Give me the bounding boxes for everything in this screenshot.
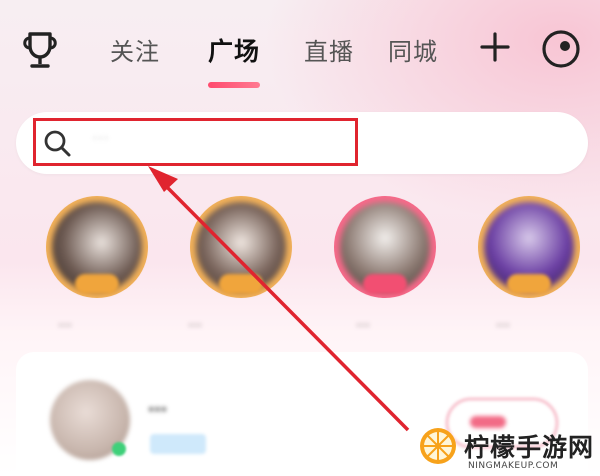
trophy-icon[interactable] bbox=[18, 28, 62, 72]
live-badge bbox=[363, 274, 407, 294]
live-badge bbox=[75, 274, 119, 294]
live-badge bbox=[507, 274, 551, 294]
online-status-dot bbox=[112, 442, 126, 456]
story-name: … bbox=[188, 314, 202, 330]
story-name: … bbox=[58, 314, 72, 330]
story-name: … bbox=[496, 314, 510, 330]
tab-live[interactable]: 直播 bbox=[304, 32, 354, 67]
tab-follow[interactable]: 关注 bbox=[110, 32, 160, 67]
user-tag-badge bbox=[150, 434, 206, 454]
lemon-logo-icon bbox=[420, 428, 456, 464]
tab-square[interactable]: 广场 bbox=[208, 32, 260, 68]
planet-icon[interactable] bbox=[540, 28, 582, 70]
feed-user-name: … bbox=[148, 394, 167, 416]
active-tab-indicator bbox=[208, 82, 260, 88]
plus-icon[interactable] bbox=[478, 30, 512, 64]
watermark-brand: 柠檬手游网 bbox=[464, 433, 595, 462]
top-navigation-bar: 关注 广场 直播 同城 bbox=[0, 0, 600, 100]
watermark-domain: NINGMAKEUP.COM bbox=[468, 461, 559, 471]
live-badge bbox=[219, 274, 263, 294]
tab-local[interactable]: 同城 bbox=[388, 32, 438, 67]
highlight-box bbox=[33, 118, 358, 166]
story-name: … bbox=[356, 314, 370, 330]
